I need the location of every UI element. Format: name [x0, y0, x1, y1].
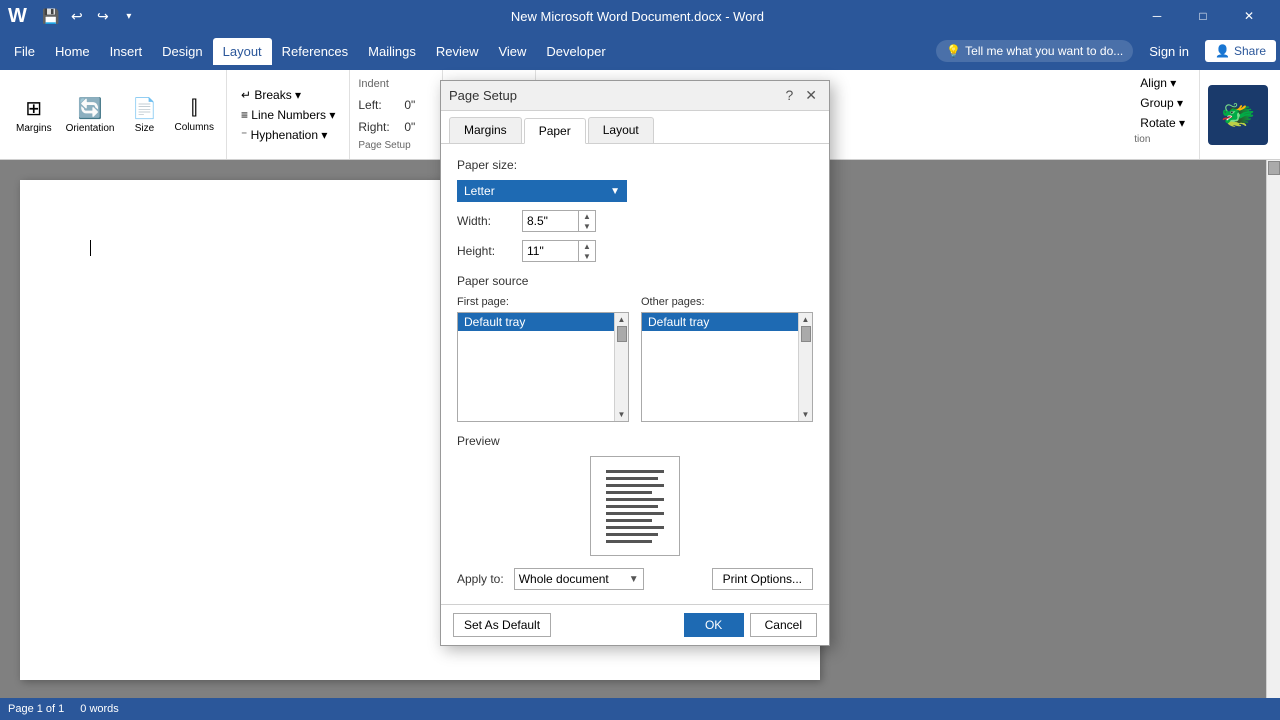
- other-pages-scroll-down[interactable]: ▼: [802, 410, 810, 419]
- paper-size-value: Letter: [464, 184, 495, 198]
- footer-right: OK Cancel: [684, 613, 817, 637]
- height-spinner[interactable]: ▲ ▼: [522, 240, 596, 262]
- first-page-label: First page:: [457, 296, 629, 308]
- first-page-scrollbar[interactable]: ▲ ▼: [614, 313, 628, 421]
- preview-section: Preview: [457, 434, 813, 556]
- preview-box: [590, 456, 680, 556]
- preview-label: Preview: [457, 434, 813, 448]
- height-input[interactable]: [523, 241, 578, 261]
- other-pages-listbox[interactable]: Default tray ▲ ▼: [641, 312, 813, 422]
- first-page-list: Default tray: [458, 313, 614, 421]
- width-down-arrow[interactable]: ▼: [579, 221, 595, 231]
- preview-lines: [600, 462, 670, 551]
- preview-line-1: [606, 470, 664, 473]
- first-page-listbox[interactable]: Default tray ▲ ▼: [457, 312, 629, 422]
- preview-line-4: [606, 491, 652, 494]
- apply-to-select[interactable]: Whole document ▼: [514, 568, 644, 590]
- dialog-titlebar: Page Setup ? ✕: [441, 81, 829, 111]
- dialog-body: Paper size: Letter ▼ Width: ▲ ▼ Heig: [441, 144, 829, 604]
- paper-source-section: Paper source First page: Default tray ▲ …: [457, 274, 813, 422]
- dialog-close-button[interactable]: ✕: [801, 85, 821, 106]
- height-label: Height:: [457, 244, 512, 258]
- print-options-button[interactable]: Print Options...: [712, 568, 813, 590]
- paper-size-arrow-icon: ▼: [610, 186, 620, 197]
- tab-paper[interactable]: Paper: [524, 118, 586, 144]
- dialog-help-button[interactable]: ?: [781, 85, 797, 106]
- preview-line-6: [606, 505, 658, 508]
- preview-line-3: [606, 484, 664, 487]
- other-pages-list: Default tray: [642, 313, 798, 421]
- apply-to-label: Apply to:: [457, 572, 504, 586]
- set-default-button[interactable]: Set As Default: [453, 613, 551, 637]
- tab-layout[interactable]: Layout: [588, 117, 654, 143]
- footer-left: Set As Default: [453, 613, 551, 637]
- preview-line-9: [606, 526, 664, 529]
- first-page-scroll-down[interactable]: ▼: [618, 410, 626, 419]
- paper-size-select[interactable]: Letter ▼: [457, 180, 627, 202]
- width-up-arrow[interactable]: ▲: [579, 211, 595, 221]
- height-row: Height: ▲ ▼: [457, 240, 813, 262]
- other-pages-scroll-thumb: [801, 326, 811, 342]
- height-down-arrow[interactable]: ▼: [579, 251, 595, 261]
- dialog-title: Page Setup: [449, 88, 517, 103]
- ok-button[interactable]: OK: [684, 613, 744, 637]
- dialog-footer: Set As Default OK Cancel: [441, 604, 829, 645]
- cancel-button[interactable]: Cancel: [750, 613, 817, 637]
- tab-margins[interactable]: Margins: [449, 117, 522, 143]
- first-page-default[interactable]: Default tray: [458, 313, 614, 331]
- dialog-controls: ? ✕: [781, 85, 821, 106]
- other-pages-default[interactable]: Default tray: [642, 313, 798, 331]
- height-arrows: ▲ ▼: [578, 241, 595, 261]
- preview-line-7: [606, 512, 664, 515]
- width-arrows: ▲ ▼: [578, 211, 595, 231]
- preview-line-11: [606, 540, 652, 543]
- width-input[interactable]: [523, 211, 578, 231]
- preview-line-2: [606, 477, 658, 480]
- other-pages-scrollbar[interactable]: ▲ ▼: [798, 313, 812, 421]
- first-page-scroll-thumb: [617, 326, 627, 342]
- preview-line-5: [606, 498, 664, 501]
- apply-to-value: Whole document: [519, 572, 625, 586]
- height-up-arrow[interactable]: ▲: [579, 241, 595, 251]
- first-page-scroll-up[interactable]: ▲: [618, 315, 626, 324]
- apply-to-row: Apply to: Whole document ▼ Print Options…: [457, 568, 813, 590]
- width-spinner[interactable]: ▲ ▼: [522, 210, 596, 232]
- apply-to-arrow-icon: ▼: [629, 574, 639, 585]
- dialog-tabs: Margins Paper Layout: [441, 111, 829, 144]
- width-label: Width:: [457, 214, 512, 228]
- other-pages-label: Other pages:: [641, 296, 813, 308]
- paper-size-section: Paper size: Letter ▼ Width: ▲ ▼ Heig: [457, 158, 813, 262]
- paper-size-label: Paper size:: [457, 158, 813, 172]
- source-row: First page: Default tray ▲ ▼ Oth: [457, 296, 813, 422]
- preview-line-8: [606, 519, 652, 522]
- page-setup-dialog: Page Setup ? ✕ Margins Paper Layout Pape…: [440, 80, 830, 646]
- preview-line-10: [606, 533, 658, 536]
- width-row: Width: ▲ ▼: [457, 210, 813, 232]
- other-pages-col: Other pages: Default tray ▲ ▼: [641, 296, 813, 422]
- other-pages-scroll-up[interactable]: ▲: [802, 315, 810, 324]
- first-page-col: First page: Default tray ▲ ▼: [457, 296, 629, 422]
- paper-source-label: Paper source: [457, 274, 813, 288]
